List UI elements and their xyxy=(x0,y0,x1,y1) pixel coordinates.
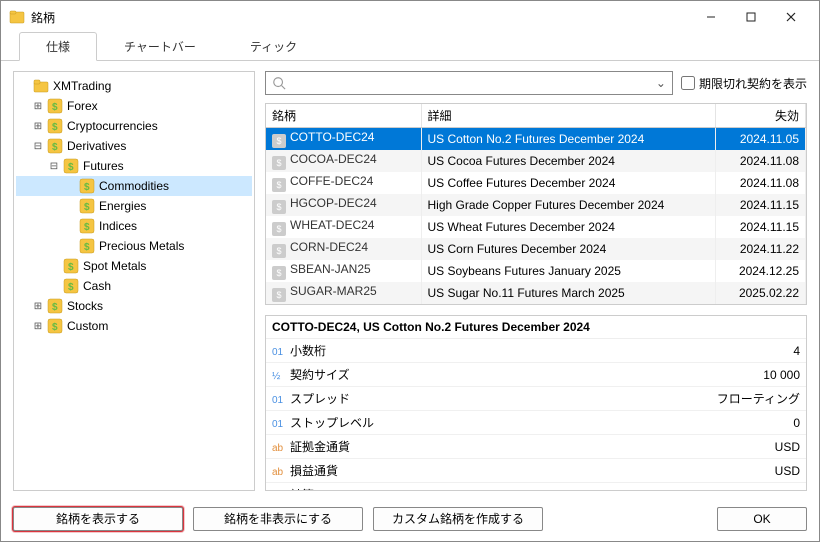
show-expired-input[interactable] xyxy=(681,76,695,90)
tab-chartbar[interactable]: チャートバー xyxy=(97,32,223,61)
details-row: 01小数桁4 xyxy=(266,339,806,363)
tree-indices[interactable]: ▸$Indices xyxy=(16,216,252,236)
table-row[interactable]: $SUGAR-MAR25US Sugar No.11 Futures March… xyxy=(266,282,806,304)
col-detail[interactable]: 詳細 xyxy=(421,104,716,128)
close-button[interactable] xyxy=(771,3,811,31)
symbol-icon: $ xyxy=(272,200,286,214)
details-row: 01計算CFD xyxy=(266,483,806,492)
svg-text:$: $ xyxy=(52,302,58,313)
tree-root[interactable]: ▸XMTrading xyxy=(16,76,252,96)
search-input[interactable] xyxy=(290,76,656,90)
tree-custom[interactable]: ⊞$Custom xyxy=(16,316,252,336)
tree-commodities[interactable]: ▸$Commodities xyxy=(16,176,252,196)
right-panel: ⌄ 期限切れ契約を表示 銘柄 詳細 失効 $COTTO-DEC24US Cott… xyxy=(265,71,807,491)
col-expire[interactable]: 失効 xyxy=(716,104,806,128)
search-box[interactable]: ⌄ xyxy=(265,71,673,95)
details-title: COTTO-DEC24, US Cotton No.2 Futures Dece… xyxy=(266,316,806,339)
ok-button[interactable]: OK xyxy=(717,507,807,531)
table-row[interactable]: $COFFE-DEC24US Coffee Futures December 2… xyxy=(266,172,806,194)
property-icon: ab xyxy=(272,443,290,454)
symbol-icon: $ xyxy=(272,134,286,148)
chevron-down-icon[interactable]: ⌄ xyxy=(656,76,666,90)
symbol-tree[interactable]: ▸XMTrading ⊞$Forex ⊞$Cryptocurrencies ⊟$… xyxy=(13,71,255,491)
tree-futures[interactable]: ⊟$Futures xyxy=(16,156,252,176)
hide-symbol-button[interactable]: 銘柄を非表示にする xyxy=(193,507,363,531)
svg-text:$: $ xyxy=(52,102,58,113)
symbol-icon: $ xyxy=(272,244,286,258)
tree-precious[interactable]: ▸$Precious Metals xyxy=(16,236,252,256)
table-row[interactable]: $SBEAN-JAN25US Soybeans Futures January … xyxy=(266,260,806,282)
tree-stocks[interactable]: ⊞$Stocks xyxy=(16,296,252,316)
details-row: ab証拠金通貨USD xyxy=(266,435,806,459)
svg-text:$: $ xyxy=(68,162,74,173)
tree-crypto[interactable]: ⊞$Cryptocurrencies xyxy=(16,116,252,136)
property-icon: 01 xyxy=(272,395,290,406)
svg-text:$: $ xyxy=(68,262,74,273)
table-row[interactable]: $WHEAT-DEC24US Wheat Futures December 20… xyxy=(266,216,806,238)
tabs: 仕様 チャートバー ティック xyxy=(1,33,819,61)
property-icon: 01 xyxy=(272,347,290,358)
footer: 銘柄を表示する 銘柄を非表示にする カスタム銘柄を作成する OK xyxy=(1,499,819,541)
symbols-window: 銘柄 仕様 チャートバー ティック ▸XMTrading ⊞$Forex ⊞$C… xyxy=(0,0,820,542)
table-row[interactable]: $HGCOP-DEC24High Grade Copper Futures De… xyxy=(266,194,806,216)
property-icon: ab xyxy=(272,467,290,478)
table-row[interactable]: $COCOA-DEC24US Cocoa Futures December 20… xyxy=(266,150,806,172)
expand-icon[interactable]: ⊞ xyxy=(32,301,44,312)
tab-spec[interactable]: 仕様 xyxy=(19,32,97,61)
svg-text:$: $ xyxy=(52,122,58,133)
titlebar: 銘柄 xyxy=(1,1,819,33)
show-expired-checkbox[interactable]: 期限切れ契約を表示 xyxy=(681,75,807,92)
collapse-icon[interactable]: ⊟ xyxy=(48,161,60,172)
window-title: 銘柄 xyxy=(31,9,691,26)
expand-icon[interactable]: ⊞ xyxy=(32,321,44,332)
table-row[interactable]: $COTTO-DEC24US Cotton No.2 Futures Decem… xyxy=(266,128,806,151)
search-icon xyxy=(272,76,286,90)
search-row: ⌄ 期限切れ契約を表示 xyxy=(265,71,807,95)
main-area: ▸XMTrading ⊞$Forex ⊞$Cryptocurrencies ⊟$… xyxy=(1,61,819,499)
svg-text:$: $ xyxy=(68,282,74,293)
svg-text:$: $ xyxy=(84,242,90,253)
expand-icon[interactable]: ⊞ xyxy=(32,101,44,112)
tree-forex[interactable]: ⊞$Forex xyxy=(16,96,252,116)
property-icon: 01 xyxy=(272,419,290,430)
details-row: ½契約サイズ10 000 xyxy=(266,363,806,387)
symbol-icon: $ xyxy=(272,178,286,192)
symbol-icon: $ xyxy=(272,266,286,280)
svg-text:$: $ xyxy=(84,222,90,233)
minimize-button[interactable] xyxy=(691,3,731,31)
details-row: 01ストップレベル0 xyxy=(266,411,806,435)
symbols-grid[interactable]: 銘柄 詳細 失効 $COTTO-DEC24US Cotton No.2 Futu… xyxy=(265,103,807,305)
window-buttons xyxy=(691,3,811,31)
maximize-button[interactable] xyxy=(731,3,771,31)
symbol-icon: $ xyxy=(272,288,286,302)
collapse-icon[interactable]: ⊟ xyxy=(32,141,44,152)
col-symbol[interactable]: 銘柄 xyxy=(266,104,421,128)
svg-text:$: $ xyxy=(84,182,90,193)
tree-energies[interactable]: ▸$Energies xyxy=(16,196,252,216)
show-symbol-button[interactable]: 銘柄を表示する xyxy=(13,507,183,531)
property-icon: ½ xyxy=(272,371,290,382)
svg-text:$: $ xyxy=(52,142,58,153)
svg-text:$: $ xyxy=(84,202,90,213)
tree-derivatives[interactable]: ⊟$Derivatives xyxy=(16,136,252,156)
app-icon xyxy=(9,9,25,25)
tab-tick[interactable]: ティック xyxy=(223,32,324,61)
tree-cash[interactable]: ▸$Cash xyxy=(16,276,252,296)
details-row: 01スプレッドフローティング xyxy=(266,387,806,411)
create-custom-button[interactable]: カスタム銘柄を作成する xyxy=(373,507,543,531)
details-row: ab損益通貨USD xyxy=(266,459,806,483)
expand-icon[interactable]: ⊞ xyxy=(32,121,44,132)
symbol-icon: $ xyxy=(272,222,286,236)
tree-spot[interactable]: ▸$Spot Metals xyxy=(16,256,252,276)
details-panel: COTTO-DEC24, US Cotton No.2 Futures Dece… xyxy=(265,315,807,491)
svg-text:$: $ xyxy=(52,322,58,333)
table-row[interactable]: $CORN-DEC24US Corn Futures December 2024… xyxy=(266,238,806,260)
symbol-icon: $ xyxy=(272,156,286,170)
